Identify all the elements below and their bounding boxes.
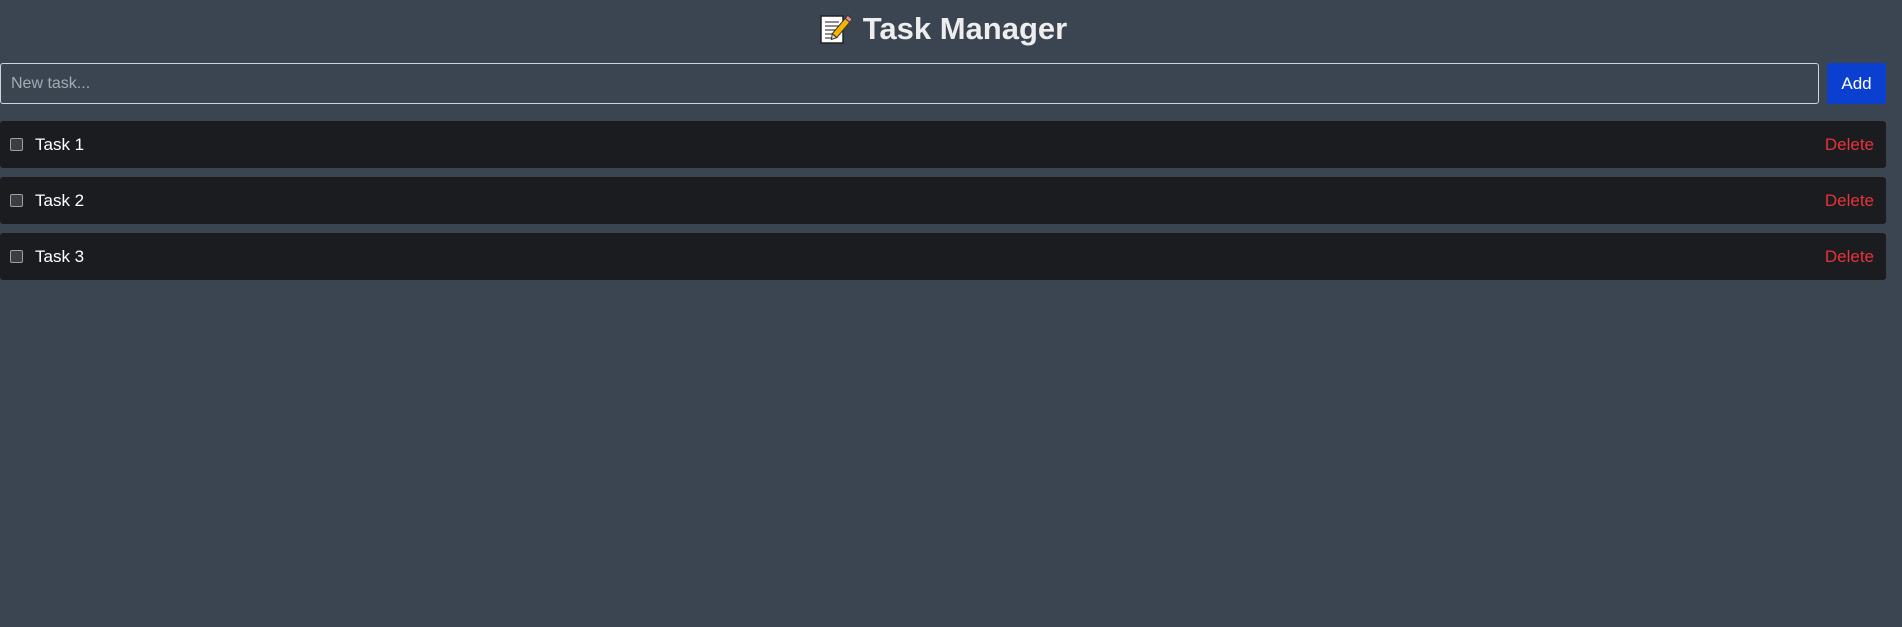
task-checkbox[interactable] bbox=[10, 138, 23, 151]
add-task-row: Add bbox=[0, 63, 1886, 104]
new-task-input[interactable] bbox=[0, 63, 1819, 104]
add-button[interactable]: Add bbox=[1827, 63, 1886, 104]
task-checkbox[interactable] bbox=[10, 250, 23, 263]
task-label: Task 2 bbox=[35, 190, 85, 210]
task-checkbox[interactable] bbox=[10, 194, 23, 207]
header: Task Manager bbox=[0, 4, 1886, 54]
task-item: Task 1 Delete bbox=[0, 121, 1886, 168]
task-item: Task 3 Delete bbox=[0, 233, 1886, 280]
task-list: Task 1 Delete Task 2 Delete Task 3 Delet… bbox=[0, 121, 1886, 280]
task-label: Task 1 bbox=[35, 134, 85, 154]
page-title: Task Manager bbox=[819, 11, 1067, 47]
task-manager-app: Task Manager Add Task 1 Delete Task 2 De… bbox=[0, 0, 1902, 627]
task-label: Task 3 bbox=[35, 246, 85, 266]
delete-button[interactable]: Delete bbox=[1825, 191, 1874, 211]
task-item: Task 2 Delete bbox=[0, 177, 1886, 224]
delete-button[interactable]: Delete bbox=[1825, 135, 1874, 155]
memo-icon bbox=[819, 12, 853, 46]
page-title-text: Task Manager bbox=[862, 11, 1068, 46]
delete-button[interactable]: Delete bbox=[1825, 247, 1874, 267]
